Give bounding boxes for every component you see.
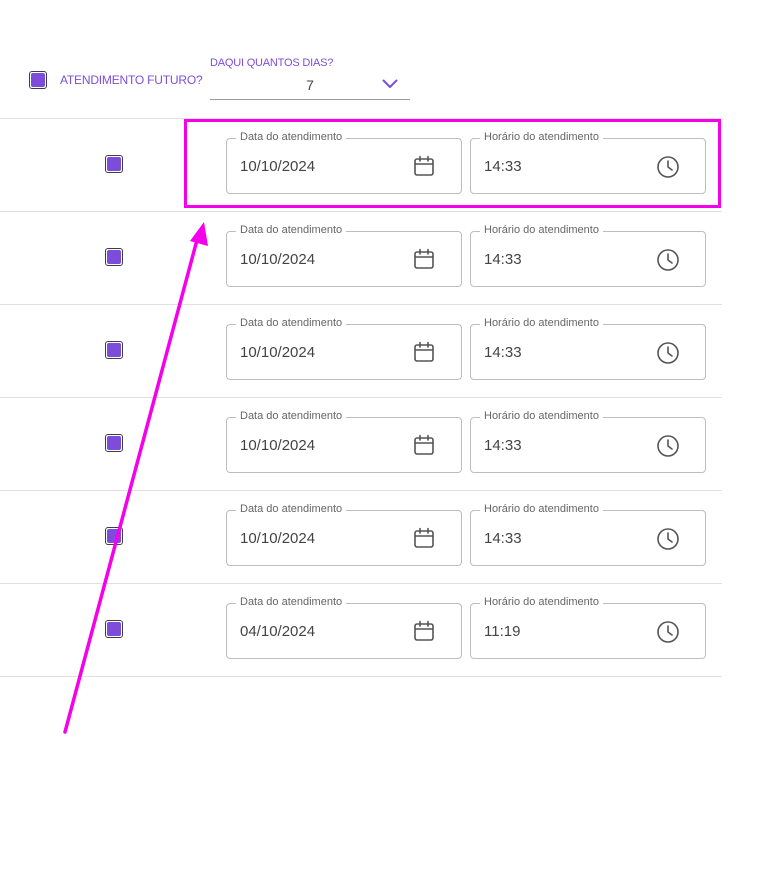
time-field[interactable]: Horário do atendimento 14:33 [470,317,706,380]
time-field-label: Horário do atendimento [480,131,603,143]
time-field[interactable]: Horário do atendimento 14:33 [470,224,706,287]
date-field-label: Data do atendimento [236,596,347,608]
time-value: 14:33 [484,157,522,175]
date-value: 10/10/2024 [240,343,316,361]
time-field[interactable]: Horário do atendimento 11:19 [470,596,706,659]
clock-icon[interactable] [656,248,680,272]
date-field[interactable]: Data do atendimento 10/10/2024 [226,410,462,473]
calendar-icon[interactable] [413,620,435,642]
appointment-row: Data do atendimento 10/10/2024 Horário d… [0,397,722,490]
calendar-icon[interactable] [413,434,435,456]
time-field-label: Horário do atendimento [480,317,603,329]
date-value: 10/10/2024 [240,436,316,454]
future-attendance-toggle: ATENDIMENTO FUTURO? [29,71,203,89]
calendar-icon[interactable] [413,527,435,549]
time-value: 14:33 [484,343,522,361]
time-field-label: Horário do atendimento [480,596,603,608]
date-value: 04/10/2024 [240,622,316,640]
time-field[interactable]: Horário do atendimento 14:33 [470,503,706,566]
calendar-icon[interactable] [413,155,435,177]
row-checkbox[interactable] [105,527,123,545]
days-ahead-value: 7 [306,77,314,93]
appointment-row: Data do atendimento 10/10/2024 Horário d… [0,211,722,304]
appointment-rows: Data do atendimento 10/10/2024 Horário d… [0,118,722,677]
future-attendance-label: ATENDIMENTO FUTURO? [60,73,203,87]
time-field-label: Horário do atendimento [480,503,603,515]
time-value: 14:33 [484,436,522,454]
row-checkbox[interactable] [105,620,123,638]
date-field[interactable]: Data do atendimento 10/10/2024 [226,224,462,287]
appointment-row: Data do atendimento 10/10/2024 Horário d… [0,490,722,583]
clock-icon[interactable] [656,620,680,644]
time-field[interactable]: Horário do atendimento 14:33 [470,131,706,194]
time-field-label: Horário do atendimento [480,224,603,236]
row-checkbox[interactable] [105,248,123,266]
date-field[interactable]: Data do atendimento 10/10/2024 [226,317,462,380]
time-field[interactable]: Horário do atendimento 14:33 [470,410,706,473]
date-field[interactable]: Data do atendimento 10/10/2024 [226,131,462,194]
date-field[interactable]: Data do atendimento 10/10/2024 [226,503,462,566]
days-ahead-field: DAQUI QUANTOS DIAS? 7 [210,57,410,100]
date-value: 10/10/2024 [240,529,316,547]
time-value: 14:33 [484,529,522,547]
date-field-label: Data do atendimento [236,503,347,515]
calendar-icon[interactable] [413,248,435,270]
time-value: 14:33 [484,250,522,268]
appointment-row: Data do atendimento 04/10/2024 Horário d… [0,583,722,677]
clock-icon[interactable] [656,155,680,179]
appointment-row: Data do atendimento 10/10/2024 Horário d… [0,304,722,397]
clock-icon[interactable] [656,527,680,551]
row-checkbox[interactable] [105,155,123,173]
appointment-row: Data do atendimento 10/10/2024 Horário d… [0,118,722,211]
time-value: 11:19 [484,622,521,640]
chevron-down-icon [382,79,398,88]
calendar-icon[interactable] [413,341,435,363]
row-checkbox[interactable] [105,434,123,452]
date-field[interactable]: Data do atendimento 04/10/2024 [226,596,462,659]
date-field-label: Data do atendimento [236,224,347,236]
time-field-label: Horário do atendimento [480,410,603,422]
clock-icon[interactable] [656,341,680,365]
days-ahead-select[interactable]: 7 [210,69,410,100]
future-attendance-checkbox[interactable] [29,71,47,89]
date-field-label: Data do atendimento [236,410,347,422]
row-checkbox[interactable] [105,341,123,359]
date-value: 10/10/2024 [240,250,316,268]
date-field-label: Data do atendimento [236,131,347,143]
clock-icon[interactable] [656,434,680,458]
days-ahead-label: DAQUI QUANTOS DIAS? [210,57,334,69]
date-field-label: Data do atendimento [236,317,347,329]
date-value: 10/10/2024 [240,157,316,175]
